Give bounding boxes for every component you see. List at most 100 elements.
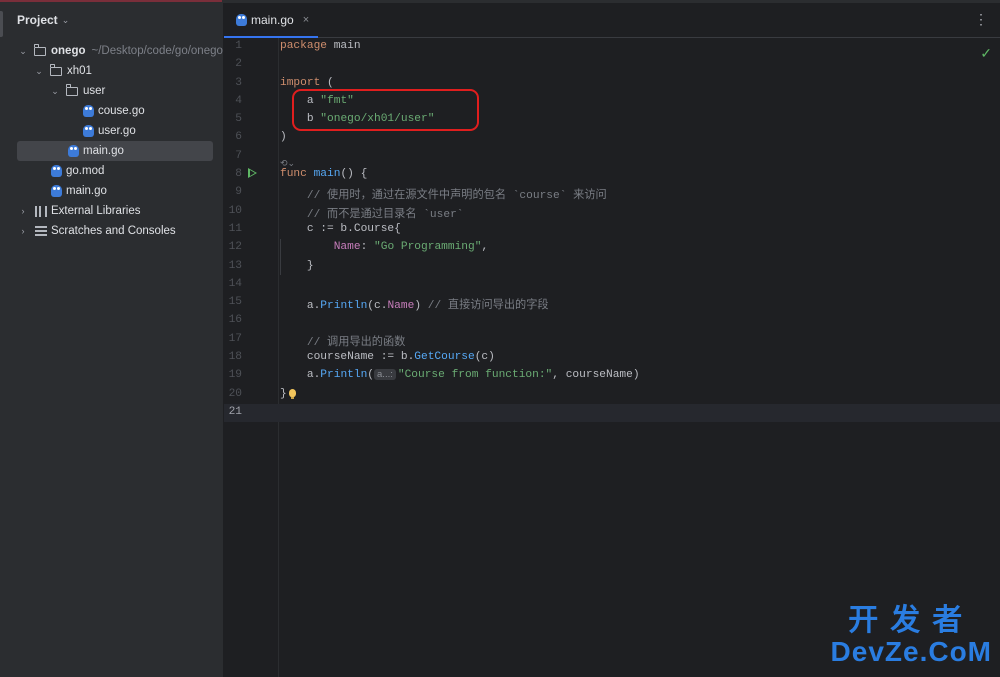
tree-item-xh01[interactable]: ⌄ xh01: [0, 61, 223, 81]
code-comment: // 而不是通过目录名 `user`: [306, 208, 464, 221]
code-line[interactable]: 16: [224, 312, 1000, 330]
code-token: Name: [387, 300, 415, 313]
line-number: 8: [235, 168, 242, 181]
code-comment: // 直接访问导出的字段: [427, 300, 549, 313]
code-token: Course: [353, 222, 395, 235]
code-line[interactable]: 15 a.Println(c.Name) // 直接访问导出的字段: [224, 294, 1000, 312]
tree-item-onego[interactable]: ⌄ onego ~/Desktop/code/go/onego: [0, 41, 223, 61]
window-accent: [0, 0, 222, 2]
code-line[interactable]: 10 // 而不是通过目录名 `user`: [224, 203, 1000, 221]
tree-item-label: couse.go: [98, 105, 145, 117]
line-number: 21: [228, 405, 242, 418]
go-file-icon: [83, 105, 94, 117]
tree-item-label: main.go: [83, 145, 124, 157]
chevron-right-icon[interactable]: ›: [17, 206, 29, 216]
watermark: 开发者 DevZe.CoM: [831, 605, 992, 667]
code-token: (c): [474, 351, 495, 364]
code-line[interactable]: 7 ⟲⌄: [224, 148, 1000, 168]
project-view-header[interactable]: Project ⌄: [17, 13, 69, 27]
code-token: main: [313, 168, 341, 181]
code-line[interactable]: 17 // 调用导出的函数: [224, 331, 1000, 349]
code-token: (: [367, 369, 375, 382]
code-token: func: [280, 168, 307, 181]
code-token: package: [280, 40, 327, 52]
code-line[interactable]: 14: [224, 276, 1000, 294]
close-icon[interactable]: ×: [303, 14, 309, 26]
tool-window-stripe[interactable]: [0, 11, 3, 37]
code-token: a.: [306, 300, 321, 313]
code-token: main: [333, 40, 361, 52]
code-line[interactable]: 13 }: [224, 258, 1000, 276]
code-token: courseName := b.: [306, 351, 415, 364]
tab-main-go[interactable]: main.go ×: [224, 3, 318, 38]
project-title: Project: [17, 13, 58, 27]
tab-label: main.go: [251, 13, 294, 27]
chevron-down-icon[interactable]: ⌄: [33, 66, 45, 77]
code-line[interactable]: 1 package main: [224, 38, 1000, 56]
code-line[interactable]: 9 // 使用时，通过在源文件中声明的包名 `course` 来访问: [224, 184, 1000, 202]
chevron-down-icon[interactable]: ⌄: [49, 86, 61, 97]
code-line[interactable]: 11 c := b.Course{: [224, 221, 1000, 239]
line-number: 1: [235, 40, 242, 52]
code-line[interactable]: 18 courseName := b.GetCourse(c): [224, 349, 1000, 367]
tree-item-label: user.go: [98, 125, 136, 137]
code-line[interactable]: 20}: [224, 386, 1000, 404]
tree-item-go-mod[interactable]: go.mod: [0, 161, 223, 181]
code-token: ): [414, 300, 428, 313]
tree-item-user-go[interactable]: user.go: [0, 121, 223, 141]
line-number: 17: [228, 332, 242, 345]
tree-item-label: Scratches and Consoles: [51, 225, 176, 237]
code-token: c := b.: [306, 222, 354, 235]
folder-icon: [49, 64, 62, 76]
tree-item-xh01-main-go[interactable]: main.go: [17, 141, 213, 161]
tree-item-couse-go[interactable]: couse.go: [0, 101, 223, 121]
code-line[interactable]: 6): [224, 129, 1000, 147]
code-token: , courseName): [552, 369, 640, 382]
project-tree: ⌄ onego ~/Desktop/code/go/onego ⌄ xh01 ⌄…: [0, 41, 223, 241]
code-line[interactable]: 19 a.Println(a...: "Course from function:…: [224, 367, 1000, 385]
code-token: Println: [320, 300, 368, 313]
chevron-right-icon[interactable]: ›: [17, 226, 29, 236]
tree-item-main-go[interactable]: main.go: [0, 181, 223, 201]
tree-item-label: main.go: [66, 185, 107, 197]
code-editor: main.go × ⋮ ✓ 1 package main 2 3 import ( …: [224, 3, 1000, 677]
line-number: 11: [228, 222, 242, 235]
chevron-down-icon: ⌄: [61, 14, 70, 25]
tree-item-scratches[interactable]: › Scratches and Consoles: [0, 221, 223, 241]
line-number: 14: [228, 277, 242, 290]
line-number: 18: [228, 351, 242, 364]
code-token: ): [280, 131, 287, 144]
editor-tab-bar: main.go × ⋮: [224, 3, 1000, 38]
tree-item-label: onego: [51, 45, 86, 57]
code-line-current[interactable]: 21: [224, 403, 1000, 423]
tree-item-label: External Libraries: [51, 205, 141, 217]
code-token: {: [394, 222, 401, 235]
folder-icon: [65, 84, 78, 96]
line-number: 5: [235, 113, 242, 126]
tree-item-user[interactable]: ⌄ user: [0, 81, 223, 101]
lightbulb-icon[interactable]: [288, 388, 296, 399]
code-line[interactable]: 8 func main() {: [224, 166, 1000, 184]
library-icon: [35, 205, 47, 217]
code-line[interactable]: 2: [224, 56, 1000, 74]
line-number: 16: [228, 314, 242, 327]
code-token: :: [360, 241, 375, 254]
code-token: Name: [333, 241, 361, 254]
go-file-icon: [236, 14, 247, 26]
line-number: 6: [235, 131, 242, 144]
tree-item-external-libraries[interactable]: › External Libraries: [0, 201, 223, 221]
line-number: 7: [235, 149, 242, 162]
code-comment: // 调用导出的函数: [306, 336, 406, 349]
line-number: 12: [228, 241, 242, 254]
watermark-line-2: DevZe.CoM: [830, 636, 992, 667]
run-icon[interactable]: [248, 168, 257, 179]
scratches-icon: [35, 226, 47, 236]
line-number: 20: [228, 387, 242, 400]
go-mod-icon: [51, 165, 62, 177]
code-comment: // 使用时，通过在源文件中声明的包名 `course` 来访问: [306, 190, 607, 203]
code-line[interactable]: 12 Name: "Go Programming",: [224, 239, 1000, 257]
more-options-icon[interactable]: ⋮: [974, 12, 988, 26]
indent-guide: [280, 239, 281, 275]
chevron-down-icon[interactable]: ⌄: [17, 46, 29, 57]
folder-icon: [33, 44, 46, 56]
